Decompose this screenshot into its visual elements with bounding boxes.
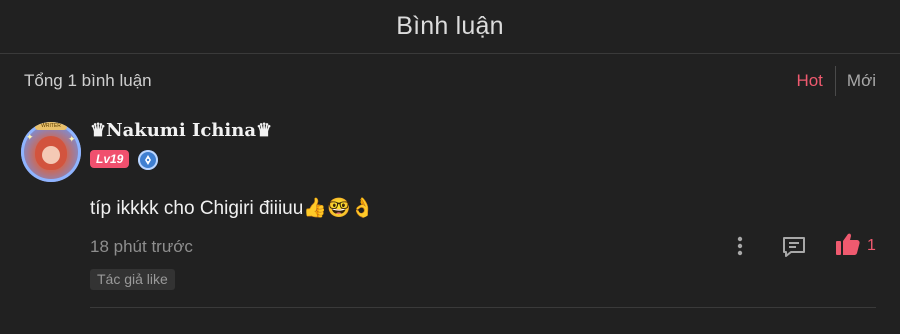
comment-username[interactable]: ♛Nakumi Ichina♛ <box>90 120 272 141</box>
avatar-face <box>42 146 60 164</box>
reply-icon[interactable] <box>781 234 807 260</box>
comments-header: Bình luận <box>0 0 900 54</box>
page-title: Bình luận <box>396 12 504 40</box>
level-badge: Lv19 <box>90 150 130 168</box>
comment-text: típ ikkkk cho Chigiri điiiuu👍🤓👌 <box>90 198 375 219</box>
author-liked-tag: Tác giả like <box>90 269 175 290</box>
star-icon: ✦ <box>68 134 76 144</box>
avatar[interactable]: WRITER ✦ ✦ <box>21 122 81 182</box>
pen-badge-icon <box>138 150 158 170</box>
comments-summary-row: Tổng 1 bình luận Hot Mới <box>0 54 900 108</box>
tab-hot[interactable]: Hot <box>796 71 834 91</box>
avatar-frame-banner: WRITER <box>35 122 67 130</box>
more-vertical-icon[interactable] <box>731 234 749 258</box>
tab-new[interactable]: Mới <box>834 66 876 96</box>
comment-time: 18 phút trước <box>90 237 193 256</box>
comment-total-count: Tổng 1 bình luận <box>24 71 152 90</box>
sort-tabs: Hot Mới <box>796 66 876 96</box>
divider <box>90 307 876 308</box>
like-button[interactable]: 1 <box>835 233 876 259</box>
star-icon: ✦ <box>26 132 34 142</box>
thumbs-up-icon <box>835 232 861 261</box>
like-count: 1 <box>867 237 876 254</box>
